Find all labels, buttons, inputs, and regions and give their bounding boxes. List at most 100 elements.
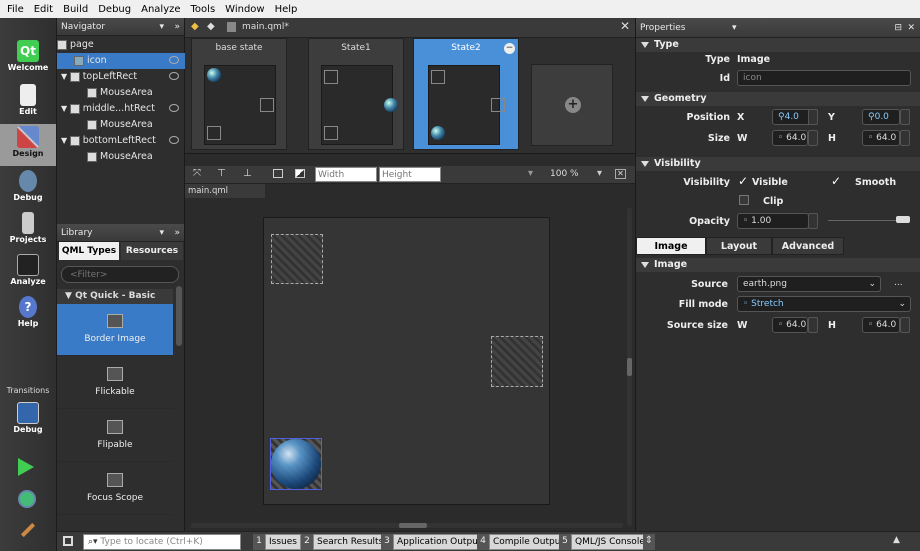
eye-icon[interactable] [169,136,179,144]
eye-icon[interactable] [169,72,179,80]
earth-image[interactable] [271,439,321,489]
breadcrumb[interactable]: main.qml [185,184,265,198]
clip-checkbox[interactable] [739,195,749,205]
color-icon[interactable] [295,169,305,178]
library-section-header[interactable]: ▼ Qt Quick - Basic [57,289,173,304]
tree-item-bottomleftrect[interactable]: ▼ bottomLeftRect [57,133,185,149]
remove-state-icon[interactable]: − [504,43,515,54]
tab-qml-types[interactable]: QML Types [59,242,119,260]
id-field[interactable]: icon [737,70,911,86]
tab-search-results[interactable]: Search Results [313,534,388,550]
anchor-tool-icon[interactable]: ⊤ [217,168,226,179]
y-spinner[interactable] [900,109,910,125]
height-input[interactable] [379,167,441,182]
source-combobox[interactable]: earth.png ⌄ [737,276,881,292]
state-base[interactable]: base state [191,38,287,150]
library-item-flickable[interactable]: Flickable [57,357,173,409]
frame-icon[interactable] [273,169,283,178]
smooth-checkbox[interactable]: ✓ [831,174,841,188]
menu-help[interactable]: Help [270,4,303,15]
visible-checkbox[interactable]: ✓ [738,174,748,188]
fillmode-combobox[interactable]: ◦ Stretch ⌄ [737,296,911,312]
section-type[interactable]: Type [636,38,920,52]
library-item-flipable[interactable]: Flipable [57,410,173,462]
tab-resources[interactable]: Resources [121,242,183,260]
height-field[interactable]: ◦ 64.0 [862,130,900,146]
close-icon[interactable]: ✕ [620,19,630,33]
expand-output-icon[interactable]: ▲ [893,535,900,545]
scroll-handle[interactable] [399,523,427,528]
opacity-field[interactable]: ◦ 1.00 [737,213,809,229]
form-editor-canvas[interactable] [185,198,635,531]
expand-arrow-icon[interactable]: ▼ [61,104,70,113]
close-icon[interactable]: ✕ [907,18,915,38]
chevron-down-icon[interactable]: ▾ [159,18,164,36]
zoom-select[interactable]: 100 % [550,169,579,179]
split-icon[interactable]: » [174,18,180,36]
toggle-sidebar-icon[interactable] [63,536,73,546]
mode-help[interactable]: ? Help [0,294,56,334]
expand-arrow-icon[interactable]: ▼ [61,72,70,81]
library-item-focus-scope[interactable]: Focus Scope [57,463,173,515]
scroll-handle[interactable] [627,358,632,376]
library-item-border-image[interactable]: Border Image [57,304,173,356]
tab-layout[interactable]: Layout [706,237,772,255]
horizontal-scrollbar[interactable] [191,523,623,528]
tree-item-topleftrect[interactable]: ▼ topLeftRect [57,69,185,85]
build-hammer-icon[interactable] [20,522,36,538]
debug-run-icon[interactable] [18,490,36,508]
mode-welcome[interactable]: Qt Welcome [0,38,56,78]
eye-icon[interactable] [169,56,179,64]
eye-icon[interactable] [169,104,179,112]
tree-item-middlerightrect[interactable]: ▼ middle...htRect [57,101,185,117]
vertical-scrollbar[interactable] [627,208,632,526]
middle-right-rect[interactable] [491,336,543,387]
library-scrollbar[interactable] [176,286,182,346]
source-height-spinner[interactable] [900,317,910,333]
tab-issues[interactable]: Issues [265,534,301,550]
tab-compile-output[interactable]: Compile Output [489,534,568,550]
y-field[interactable]: ⚲0.0 [862,109,900,125]
tab-advanced[interactable]: Advanced [772,237,844,255]
menu-debug[interactable]: Debug [93,4,136,15]
mode-edit[interactable]: Edit [0,82,56,122]
height-spinner[interactable] [900,130,910,146]
split-icon[interactable]: » [174,224,180,242]
opacity-slider-handle[interactable] [896,216,910,223]
chevron-down-icon[interactable]: ▾ [159,224,164,242]
menu-build[interactable]: Build [58,4,93,15]
snap-tool-icon[interactable]: ⊥ [243,168,252,179]
menu-tools[interactable]: Tools [186,4,221,15]
source-width-field[interactable]: ◦ 64.0 [772,317,808,333]
tree-item-mousearea[interactable]: MouseArea [57,85,185,101]
source-width-spinner[interactable] [808,317,818,333]
split-icon[interactable]: ⊟ [894,18,902,38]
state-state1[interactable]: State1 [308,38,404,150]
menu-analyze[interactable]: Analyze [136,4,185,15]
open-file-name[interactable]: main.qml* [242,22,289,32]
mode-design[interactable]: Design [0,124,56,166]
page-root-item[interactable] [263,217,550,505]
forward-arrow-icon[interactable]: ◆ [207,21,215,32]
width-field[interactable]: ◦ 64.0 [772,130,808,146]
chevron-down-icon[interactable]: ▾ [732,18,737,38]
library-filter-input[interactable] [61,266,179,283]
locator-input[interactable]: ⌕▾ Type to locate (Ctrl+K) [83,534,241,550]
tree-item-icon[interactable]: icon [57,53,185,69]
section-geometry[interactable]: Geometry [636,92,920,106]
browse-button[interactable]: ... [894,278,903,288]
expand-arrow-icon[interactable]: ▼ [61,136,70,145]
state-state2[interactable]: State2− [413,38,519,150]
x-spinner[interactable] [808,109,818,125]
chevron-down-icon[interactable]: ▾ [597,168,602,179]
more-outputs-icon[interactable]: ⇕ [643,534,655,550]
back-arrow-icon[interactable]: ◆ [191,21,199,32]
section-image[interactable]: Image [636,258,920,272]
section-visibility[interactable]: Visibility [636,157,920,171]
tab-application-output[interactable]: Application Output [393,534,486,550]
tab-qml-console[interactable]: QML/JS Console [571,534,649,550]
run-icon[interactable] [18,458,34,476]
mode-analyze[interactable]: Analyze [0,252,56,292]
source-height-field[interactable]: ◦ 64.0 [862,317,900,333]
reset-view-icon[interactable]: ✕ [615,169,626,179]
